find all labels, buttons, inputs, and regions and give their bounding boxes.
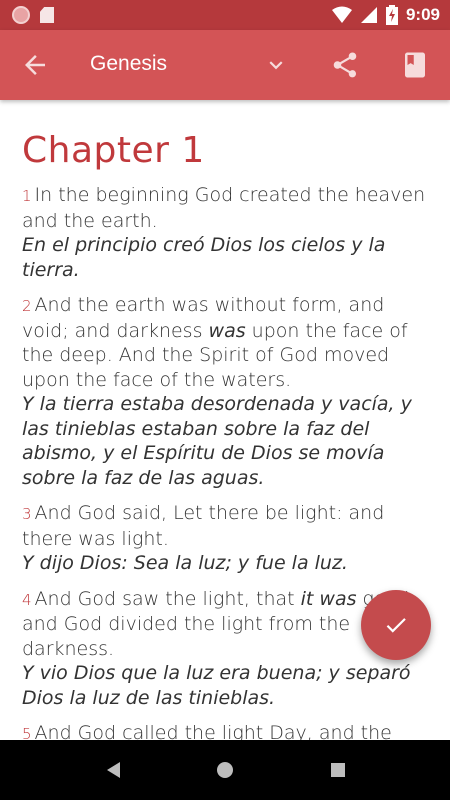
chevron-down-icon[interactable]	[263, 52, 289, 78]
verse-number: 3	[22, 505, 32, 523]
verse-number: 4	[22, 590, 32, 609]
verse-5[interactable]: 5And God called the light Day, and the d…	[22, 721, 428, 740]
arrow-left-icon[interactable]	[20, 50, 50, 80]
verse-translation: Y la tierra estaba desordenada y vacía, …	[22, 393, 412, 489]
back-triangle-icon[interactable]	[104, 760, 124, 780]
status-bar: 9:09	[0, 0, 450, 30]
share-icon[interactable]	[330, 50, 360, 80]
verse-text: In the beginning God created the heaven …	[22, 184, 426, 232]
verse-number: 2	[22, 297, 32, 315]
verse-text: And God called the light Day, and the da…	[34, 722, 392, 740]
mark-read-button[interactable]	[361, 590, 431, 660]
chapter-title: Chapter 1	[22, 130, 205, 171]
verse-translation: En el principio creó Dios los cielos y l…	[22, 234, 386, 281]
verse-translation: Y vio Dios que la luz era buena; y separ…	[22, 662, 411, 709]
home-circle-icon[interactable]	[215, 760, 235, 780]
wifi-icon	[331, 6, 352, 23]
verse-text: And God said, Let there be light: and th…	[22, 502, 385, 550]
app-toolbar: Genesis	[0, 30, 450, 100]
battery-charging-icon	[385, 5, 398, 25]
notification-dot-icon	[12, 6, 30, 24]
verse-2[interactable]: 2 And the earth was without form, and voi…	[22, 293, 428, 490]
status-time: 9:09	[405, 5, 440, 24]
system-nav-bar	[0, 740, 450, 800]
sd-card-icon	[40, 7, 54, 23]
verse-number: 1	[22, 187, 32, 205]
verse-number: 5	[22, 725, 32, 740]
verse-text-italic: was	[208, 319, 246, 342]
book-icon[interactable]	[400, 50, 430, 80]
cellular-icon	[360, 7, 377, 23]
verse-translation: Y dijo Dios: Sea la luz; y fue la luz.	[22, 552, 348, 574]
verse-list: 1 In the beginning God created the heaven…	[22, 183, 428, 740]
verse-3[interactable]: 3 And God said, Let there be light: and t…	[22, 501, 428, 576]
verse-text-italic: it was	[300, 587, 357, 610]
status-left	[12, 6, 54, 24]
book-title[interactable]: Genesis	[90, 52, 167, 76]
verse-text: And God saw the light, that	[34, 587, 301, 610]
checkmark-icon	[386, 618, 406, 633]
recents-square-icon[interactable]	[328, 760, 348, 780]
status-right: 9:09	[331, 5, 440, 25]
verse-1[interactable]: 1 In the beginning God created the heaven…	[22, 183, 428, 282]
